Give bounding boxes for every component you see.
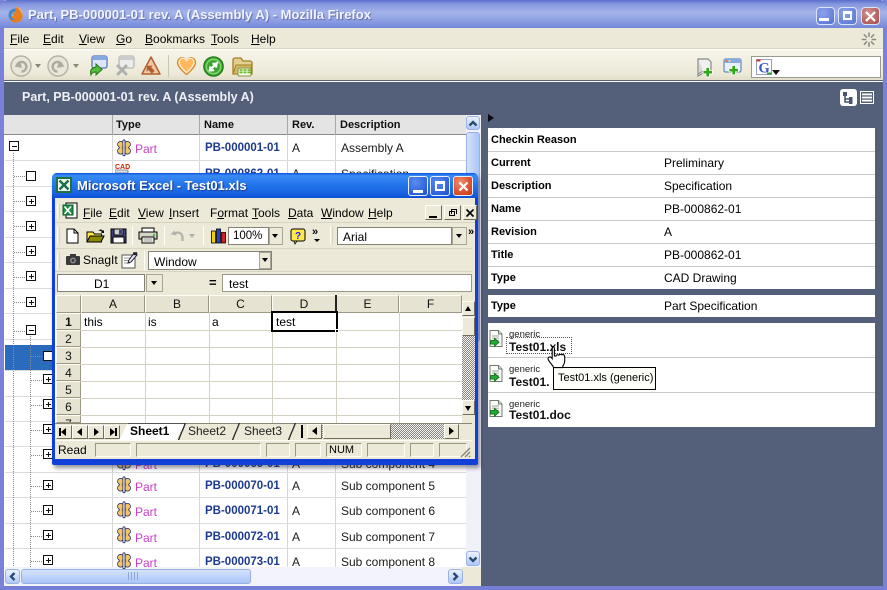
svg-text:G: G	[759, 61, 770, 77]
svg-text:?: ?	[295, 231, 301, 242]
